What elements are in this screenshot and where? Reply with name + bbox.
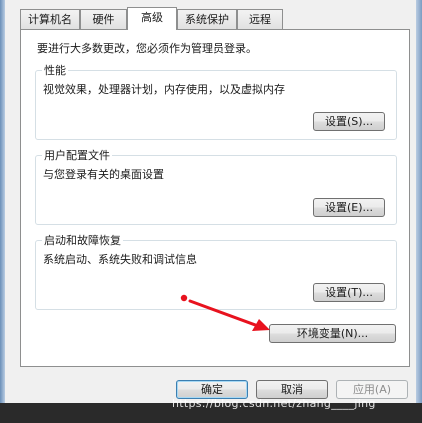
startup-recovery-settings-button[interactable]: 设置(T)... [313, 283, 385, 302]
startup-recovery-description: 系统启动、系统失败和调试信息 [43, 253, 197, 266]
performance-settings-button[interactable]: 设置(S)... [313, 112, 385, 131]
window-frame-right [416, 0, 422, 423]
environment-variables-button[interactable]: 环境变量(N)... [269, 324, 396, 343]
watermark-text: https://blog.csdn.net/zhang____jing [172, 397, 376, 410]
tab-hardware[interactable]: 硬件 [80, 9, 127, 29]
annotation-arrow-icon [180, 294, 270, 331]
user-profiles-group-title: 用户配置文件 [42, 147, 112, 163]
tab-system-protection[interactable]: 系统保护 [177, 9, 237, 29]
user-profiles-settings-button[interactable]: 设置(E)... [313, 198, 385, 217]
tab-computer-name[interactable]: 计算机名 [20, 9, 80, 29]
admin-notice: 要进行大多数更改，您必须作为管理员登录。 [37, 42, 257, 55]
user-profiles-description: 与您登录有关的桌面设置 [43, 168, 164, 181]
performance-description: 视觉效果，处理器计划，内存使用，以及虚拟内存 [43, 83, 285, 96]
tab-advanced[interactable]: 高级 [127, 7, 177, 30]
tab-remote[interactable]: 远程 [237, 9, 283, 29]
performance-group-title: 性能 [42, 62, 68, 78]
startup-recovery-group-title: 启动和故障恢复 [42, 232, 123, 248]
